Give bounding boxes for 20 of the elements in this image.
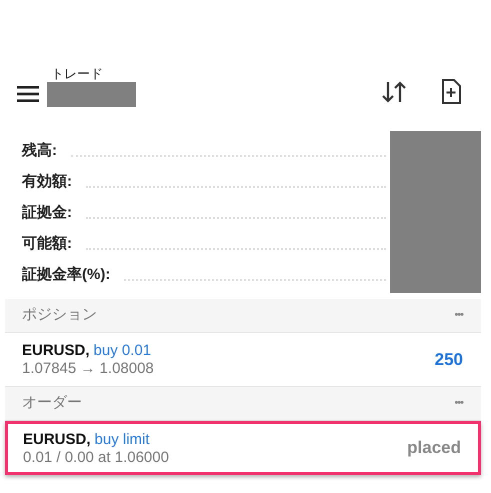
- result-text: 250: [434, 348, 463, 371]
- account-label: 可能額:: [22, 234, 72, 254]
- result-text: placed: [407, 437, 461, 460]
- account-label: 有効額:: [22, 172, 72, 192]
- symbol-text: EURUSD,: [22, 341, 90, 360]
- account-label: 証拠金率(%):: [22, 264, 110, 284]
- add-document-icon[interactable]: [441, 79, 461, 104]
- price-text: 0.01 / 0.00 at 1.06000: [23, 448, 170, 466]
- section-title: ポジション: [22, 305, 97, 326]
- trade-row[interactable]: EURUSD, buy limit 0.01 / 0.00 at 1.06000 placed: [5, 421, 481, 475]
- account-label: 残高:: [22, 140, 57, 160]
- price-text: 1.07845 → 1.08008: [22, 360, 155, 378]
- screen-title: トレード: [51, 66, 104, 82]
- order-type-text: buy limit: [94, 430, 150, 448]
- sort-icon[interactable]: [381, 80, 407, 104]
- section-title: オーダー: [22, 393, 82, 414]
- account-label: 証拠金:: [22, 202, 72, 222]
- symbol-text: EURUSD,: [23, 430, 91, 448]
- order-type-text: buy 0.01: [94, 341, 152, 360]
- menu-icon[interactable]: [17, 86, 39, 102]
